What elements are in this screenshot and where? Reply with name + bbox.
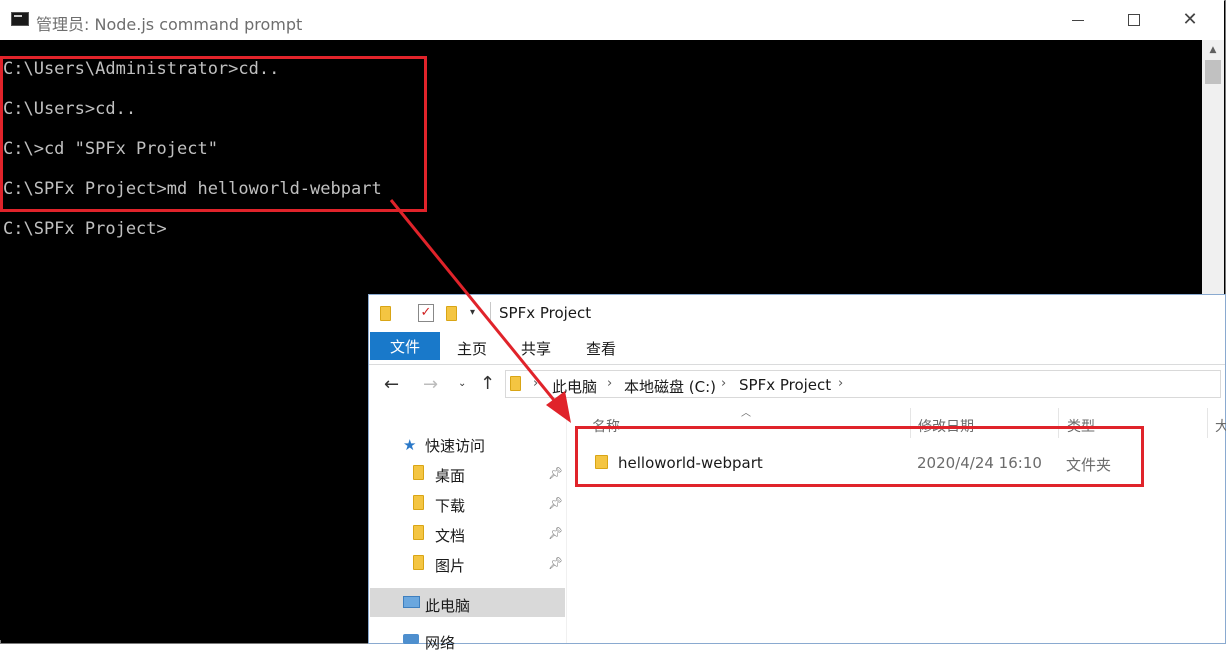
recent-locations-chevron-icon[interactable]: ⌄	[458, 378, 466, 389]
documents-folder-icon	[413, 525, 424, 540]
breadcrumb-spfx-project[interactable]: SPFx Project	[739, 376, 831, 394]
highlight-box-new-folder	[575, 426, 1144, 487]
computer-icon	[403, 596, 420, 608]
breadcrumb-separator-icon[interactable]: ›	[533, 376, 538, 391]
nav-documents[interactable]: 文档	[435, 525, 465, 546]
pictures-folder-icon	[413, 555, 424, 570]
up-arrow-icon[interactable]: ↑	[480, 373, 495, 394]
breadcrumb-separator-icon[interactable]: ›	[721, 376, 726, 391]
explorer-titlebar[interactable]	[369, 295, 1225, 331]
close-icon: ✕	[1182, 9, 1198, 30]
address-bar[interactable]	[505, 370, 1221, 398]
column-divider[interactable]	[1207, 408, 1208, 438]
terminal-icon	[11, 12, 29, 26]
new-folder-icon[interactable]	[446, 306, 457, 321]
sort-ascending-icon: ︿	[741, 408, 751, 419]
explorer-window-title: SPFx Project	[499, 304, 592, 322]
back-arrow-icon[interactable]: ←	[384, 374, 399, 395]
minimize-button[interactable]	[1050, 0, 1106, 40]
desktop-folder-icon	[413, 465, 424, 480]
console-prompt: C:\SPFx Project>	[3, 219, 167, 239]
scroll-up-arrow-icon[interactable]: ▲	[1202, 40, 1224, 60]
column-header-size[interactable]: 大	[1215, 416, 1226, 436]
cmd-window-title: 管理员: Node.js command prompt	[36, 15, 303, 34]
breadcrumb-local-disk[interactable]: 本地磁盘 (C:)	[624, 376, 716, 397]
pin-icon[interactable]: 📌︎	[548, 466, 563, 480]
forward-arrow-icon[interactable]: →	[423, 374, 438, 395]
ribbon-bar	[369, 331, 1225, 365]
close-button[interactable]: ✕	[1162, 0, 1218, 40]
highlight-box-commands	[0, 56, 427, 212]
nav-pictures[interactable]: 图片	[435, 555, 465, 576]
tab-home[interactable]: 主页	[457, 338, 487, 359]
pin-icon[interactable]: 📌︎	[548, 556, 563, 570]
maximize-icon	[1128, 14, 1140, 26]
tab-share[interactable]: 共享	[521, 338, 551, 359]
folder-icon	[510, 376, 521, 391]
breadcrumb-this-pc[interactable]: 此电脑	[552, 376, 597, 397]
minimize-icon	[1072, 19, 1084, 21]
nav-downloads[interactable]: 下载	[435, 495, 465, 516]
nav-this-pc[interactable]: 此电脑	[425, 595, 470, 616]
nav-network[interactable]: 网络	[425, 632, 455, 653]
tab-file[interactable]: 文件	[370, 332, 440, 360]
network-icon	[403, 634, 419, 644]
folder-icon	[380, 306, 391, 321]
breadcrumb-separator-icon[interactable]: ›	[607, 376, 612, 391]
star-icon: ★	[403, 436, 417, 454]
tab-view[interactable]: 查看	[586, 338, 616, 359]
pane-divider[interactable]	[566, 403, 567, 643]
pin-icon[interactable]: 📌︎	[548, 496, 563, 510]
scrollbar-thumb[interactable]	[1205, 60, 1221, 84]
nav-desktop[interactable]: 桌面	[435, 465, 465, 486]
properties-icon[interactable]: ✓	[418, 304, 434, 322]
quick-access-dropdown-icon[interactable]: ▾	[470, 307, 475, 318]
titlebar-divider	[490, 302, 491, 324]
breadcrumb-separator-icon[interactable]: ›	[838, 376, 843, 391]
nav-quick-access[interactable]: 快速访问	[425, 435, 485, 456]
pin-icon[interactable]: 📌︎	[548, 526, 563, 540]
maximize-button[interactable]	[1106, 0, 1162, 40]
downloads-folder-icon	[413, 495, 424, 510]
